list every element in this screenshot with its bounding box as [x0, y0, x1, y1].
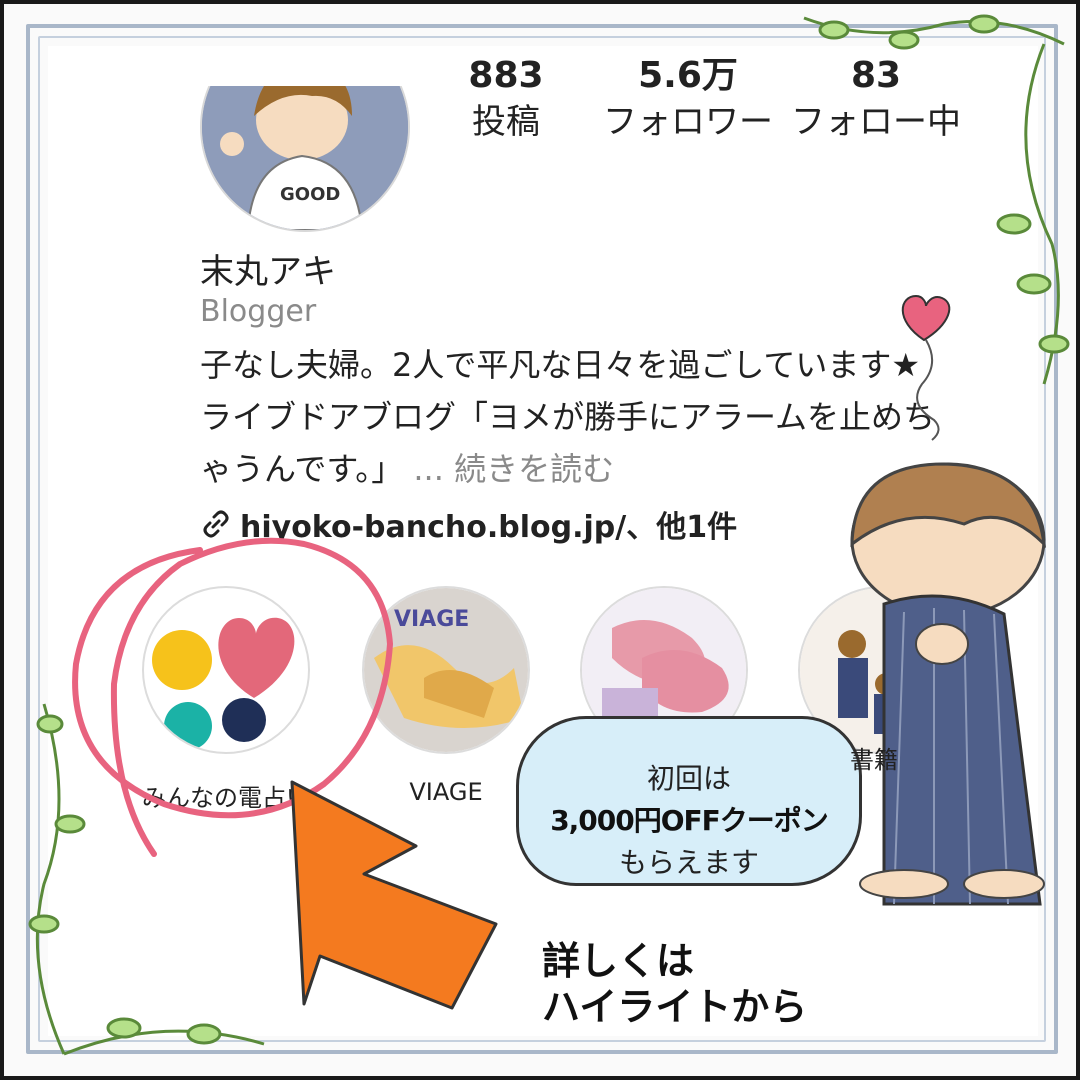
heart-string [916, 339, 940, 441]
heart-icon [901, 294, 951, 342]
details-note-line-2: ハイライトから [542, 985, 808, 1029]
coupon-line-1: 初回は [646, 762, 731, 795]
highlight-books-label: 書籍 [850, 746, 898, 774]
details-note-line-1: 詳しくは [542, 939, 695, 983]
coupon-bubble: 初回は 3,000円OFFクーポン もらえます [516, 716, 862, 886]
boy-illustration [850, 462, 1047, 906]
details-note: 詳しくは ハイライトから [542, 938, 807, 1030]
illustration-canvas: GOOD 883 投稿 5.6万 フォロワー 83 フォロー中 末丸アキ Blo… [4, 4, 1076, 1076]
coupon-line-2: 3,000円OFFクーポン [550, 804, 829, 837]
arrow-annotation [290, 780, 498, 1010]
annotation-layer [28, 14, 1070, 1056]
coupon-line-3: もらえます [618, 846, 759, 879]
